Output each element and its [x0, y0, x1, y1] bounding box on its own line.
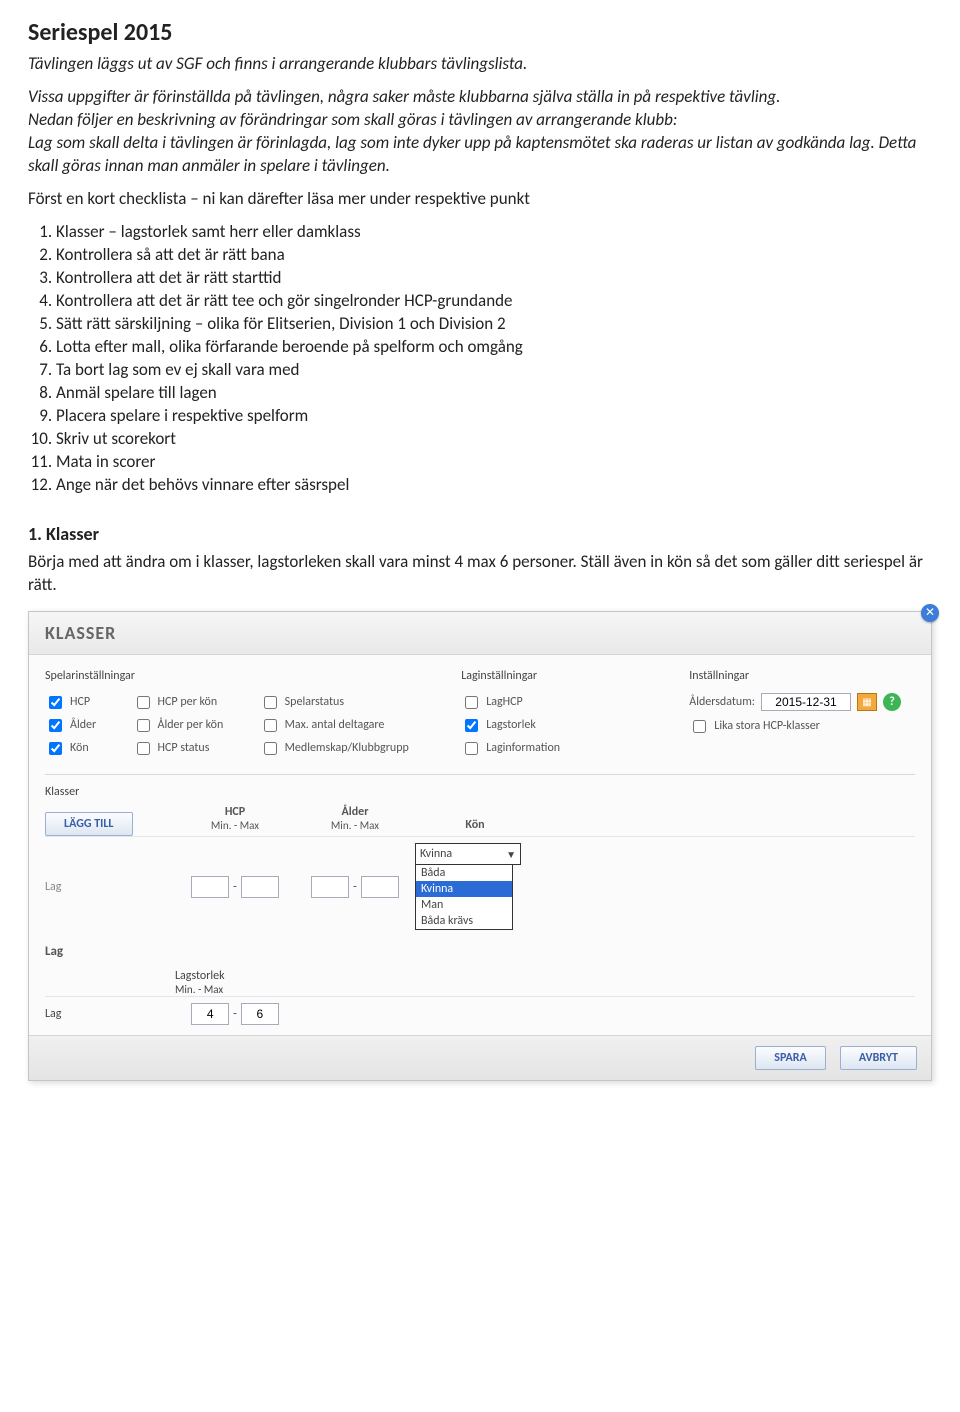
kon-select[interactable]: Kvinna ▼ [415, 843, 521, 865]
cb-hcp-per-kon-label: HCP per kön [158, 695, 218, 709]
cb-laginfo[interactable]: Laginformation [461, 739, 649, 758]
checklist-item: Anmäl spelare till lagen [56, 382, 932, 403]
size-row-label: Lag [45, 1007, 175, 1021]
intro-p2b: Nedan följer en beskrivning av förändrin… [28, 109, 677, 130]
cb-alder[interactable]: Ålder [45, 716, 109, 735]
chevron-down-icon: ▼ [506, 848, 516, 861]
cb-alder-per-kon[interactable]: Ålder per kön [133, 716, 236, 735]
cb-max-deltagare[interactable]: Max. antal deltagare [260, 716, 422, 735]
checklist-item: Kontrollera så att det är rätt bana [56, 244, 932, 265]
add-button[interactable]: LÄGG TILL [45, 812, 133, 836]
kon-option-man[interactable]: Man [416, 897, 512, 913]
cb-alder-label: Ålder [70, 718, 96, 732]
hcp-min-input[interactable] [191, 876, 229, 898]
checklist-item: Lotta efter mall, olika förfarande beroe… [56, 336, 932, 357]
intro-p2: Vissa uppgifter är förinställda på tävli… [28, 86, 932, 178]
klasser-subtitle: Klasser [45, 785, 915, 799]
cb-hcp-status[interactable]: HCP status [133, 739, 236, 758]
cb-lika-hcp-label: Lika stora HCP-klasser [714, 719, 820, 733]
calendar-icon[interactable]: ▦ [857, 693, 877, 711]
cb-kon-label: Kön [70, 741, 89, 755]
checklist-intro: Först en kort checklista – ni kan däreft… [28, 188, 932, 211]
checklist-item: Skriv ut scorekort [56, 428, 932, 449]
size-row: Lag - [45, 996, 915, 1031]
cb-lagstorlek-label: Lagstorlek [486, 718, 536, 732]
hdr-alder: ÅlderMin. - Max [295, 805, 415, 837]
alder-max-input[interactable] [361, 876, 399, 898]
cb-hcp[interactable]: HCP [45, 693, 109, 712]
checklist-item: Klasser – lagstorlek samt herr eller dam… [56, 221, 932, 242]
row2-label: Lag [45, 936, 915, 963]
cb-medlemskap-label: Medlemskap/Klubbgrupp [285, 741, 409, 755]
spelar-title: Spelarinställningar [45, 669, 421, 683]
hdr-kon: Kön [415, 818, 535, 836]
inst-title: Inställningar [689, 669, 915, 683]
alder-min-input[interactable] [311, 876, 349, 898]
dialog-title: KLASSER [29, 612, 931, 655]
close-icon[interactable]: ✕ [921, 604, 939, 622]
hcp-max-input[interactable] [241, 876, 279, 898]
checklist-item: Sätt rätt särskiljning – olika för Elits… [56, 313, 932, 334]
intro-p1: Tävlingen läggs ut av SGF och finns i ar… [28, 53, 932, 76]
cb-max-deltagare-label: Max. antal deltagare [285, 718, 385, 732]
cb-laghcp[interactable]: LagHCP [461, 693, 649, 712]
cb-spelarstatus[interactable]: Spelarstatus [260, 693, 422, 712]
checklist-item: Kontrollera att det är rätt starttid [56, 267, 932, 288]
checklist-item: Ange när det behövs vinnare efter säsrsp… [56, 474, 932, 495]
kon-option-bada-kravs[interactable]: Båda krävs [416, 913, 512, 929]
cb-lagstorlek[interactable]: Lagstorlek [461, 716, 649, 735]
intro-p2a: Vissa uppgifter är förinställda på tävli… [28, 86, 780, 107]
alderdatum-input[interactable] [761, 693, 851, 711]
cb-lika-hcp[interactable]: Lika stora HCP-klasser [689, 717, 915, 736]
kon-option-kvinna[interactable]: Kvinna [416, 881, 512, 897]
cb-kon[interactable]: Kön [45, 739, 109, 758]
kon-dropdown: Båda Kvinna Man Båda krävs [415, 865, 513, 930]
doc-title: Seriespel 2015 [28, 18, 932, 47]
cb-hcp-status-label: HCP status [158, 741, 210, 755]
cb-alder-per-kon-label: Ålder per kön [158, 718, 224, 732]
klasser-dialog: ✕ KLASSER Spelarinställningar HCP HCP pe… [28, 611, 932, 1082]
cb-hcp-per-kon[interactable]: HCP per kön [133, 693, 236, 712]
cb-medlemskap[interactable]: Medlemskap/Klubbgrupp [260, 739, 422, 758]
cb-spelarstatus-label: Spelarstatus [285, 695, 344, 709]
hdr-lagstorlek: LagstorlekMin. - Max [175, 969, 295, 996]
table-row: Lag - - Kvinna ▼ Båda Kvinna Man Båda kr… [45, 836, 915, 936]
cb-laginfo-label: Laginformation [486, 741, 560, 755]
cb-hcp-label: HCP [70, 695, 90, 709]
alderdatum-label: Åldersdatum: [689, 695, 755, 709]
lagstorlek-min-input[interactable] [191, 1003, 229, 1025]
section-1-body: Börja med att ändra om i klasser, lagsto… [28, 551, 932, 597]
help-icon[interactable]: ? [883, 693, 901, 711]
kon-select-value: Kvinna [420, 847, 452, 861]
intro-p2c: Lag som skall delta i tävlingen är förin… [28, 132, 916, 176]
cb-laghcp-label: LagHCP [486, 695, 523, 709]
checklist: Klasser – lagstorlek samt herr eller dam… [56, 221, 932, 495]
lagstorlek-max-input[interactable] [241, 1003, 279, 1025]
row-label: Lag [45, 880, 175, 894]
checklist-item: Placera spelare i respektive spelform [56, 405, 932, 426]
save-button[interactable]: SPARA [755, 1046, 826, 1070]
cancel-button[interactable]: AVBRYT [840, 1046, 917, 1070]
checklist-item: Ta bort lag som ev ej skall vara med [56, 359, 932, 380]
kon-option-bada[interactable]: Båda [416, 865, 512, 881]
hdr-hcp: HCPMin. - Max [175, 805, 295, 837]
checklist-item: Kontrollera att det är rätt tee och gör … [56, 290, 932, 311]
section-1-title: 1. Klasser [28, 523, 932, 545]
checklist-item: Mata in scorer [56, 451, 932, 472]
lag-title: Laginställningar [461, 669, 649, 683]
